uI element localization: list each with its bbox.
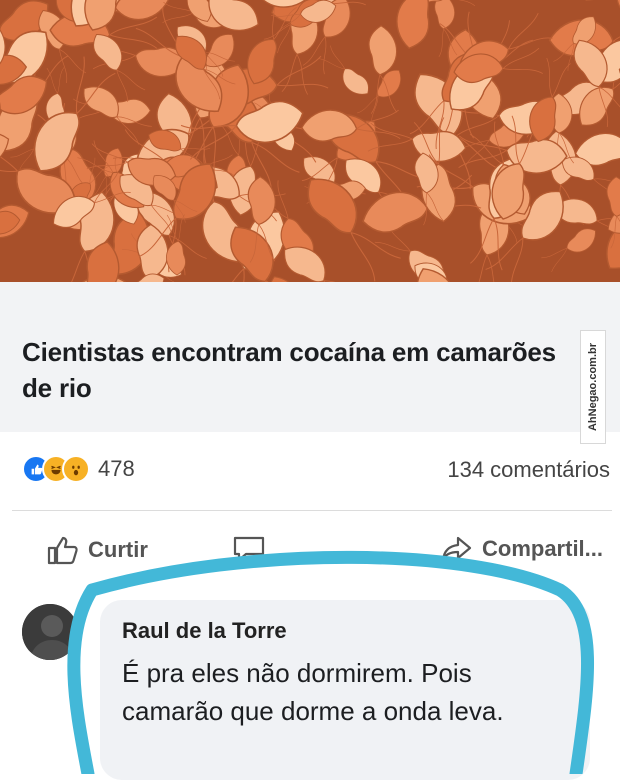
reactions-summary[interactable]: 478 [22,455,135,483]
reaction-count: 478 [98,456,135,481]
wow-icon [62,455,90,483]
post-action-bar: Curtir Compartil... [0,522,620,576]
shrimp-illustration [0,0,620,282]
shrimp-photo[interactable] [0,0,620,282]
like-label: Curtir [88,537,148,562]
share-label: Compartil... [482,536,604,561]
like-button[interactable]: Curtir [46,534,148,566]
comment-button[interactable] [232,534,274,564]
post-stats: 478 134 comentários [0,440,620,500]
divider [12,510,612,511]
avatar[interactable] [22,604,78,660]
site-watermark: AhNegao.com.br [580,330,606,444]
comment-bubble: Raul de la Torre É pra eles não dormirem… [100,600,590,780]
share-icon [441,536,472,562]
comment-item: Raul de la Torre É pra eles não dormirem… [0,590,620,780]
post-headline[interactable]: Cientistas encontram cocaína em camarões… [22,334,562,406]
watermark-text: AhNegao.com.br [587,342,599,432]
comment-text: É pra eles não dormirem. Pois camarão qu… [122,658,504,726]
share-button[interactable]: Compartil... [440,534,603,564]
comment-author[interactable]: Raul de la Torre [122,618,287,644]
thumbs-up-icon [47,536,78,565]
link-preview-card[interactable]: Cientistas encontram cocaína em camarões… [0,282,620,432]
comments-count-link[interactable]: 134 comentários [447,457,610,483]
comment-icon [233,536,265,562]
user-avatar-icon [22,604,78,660]
